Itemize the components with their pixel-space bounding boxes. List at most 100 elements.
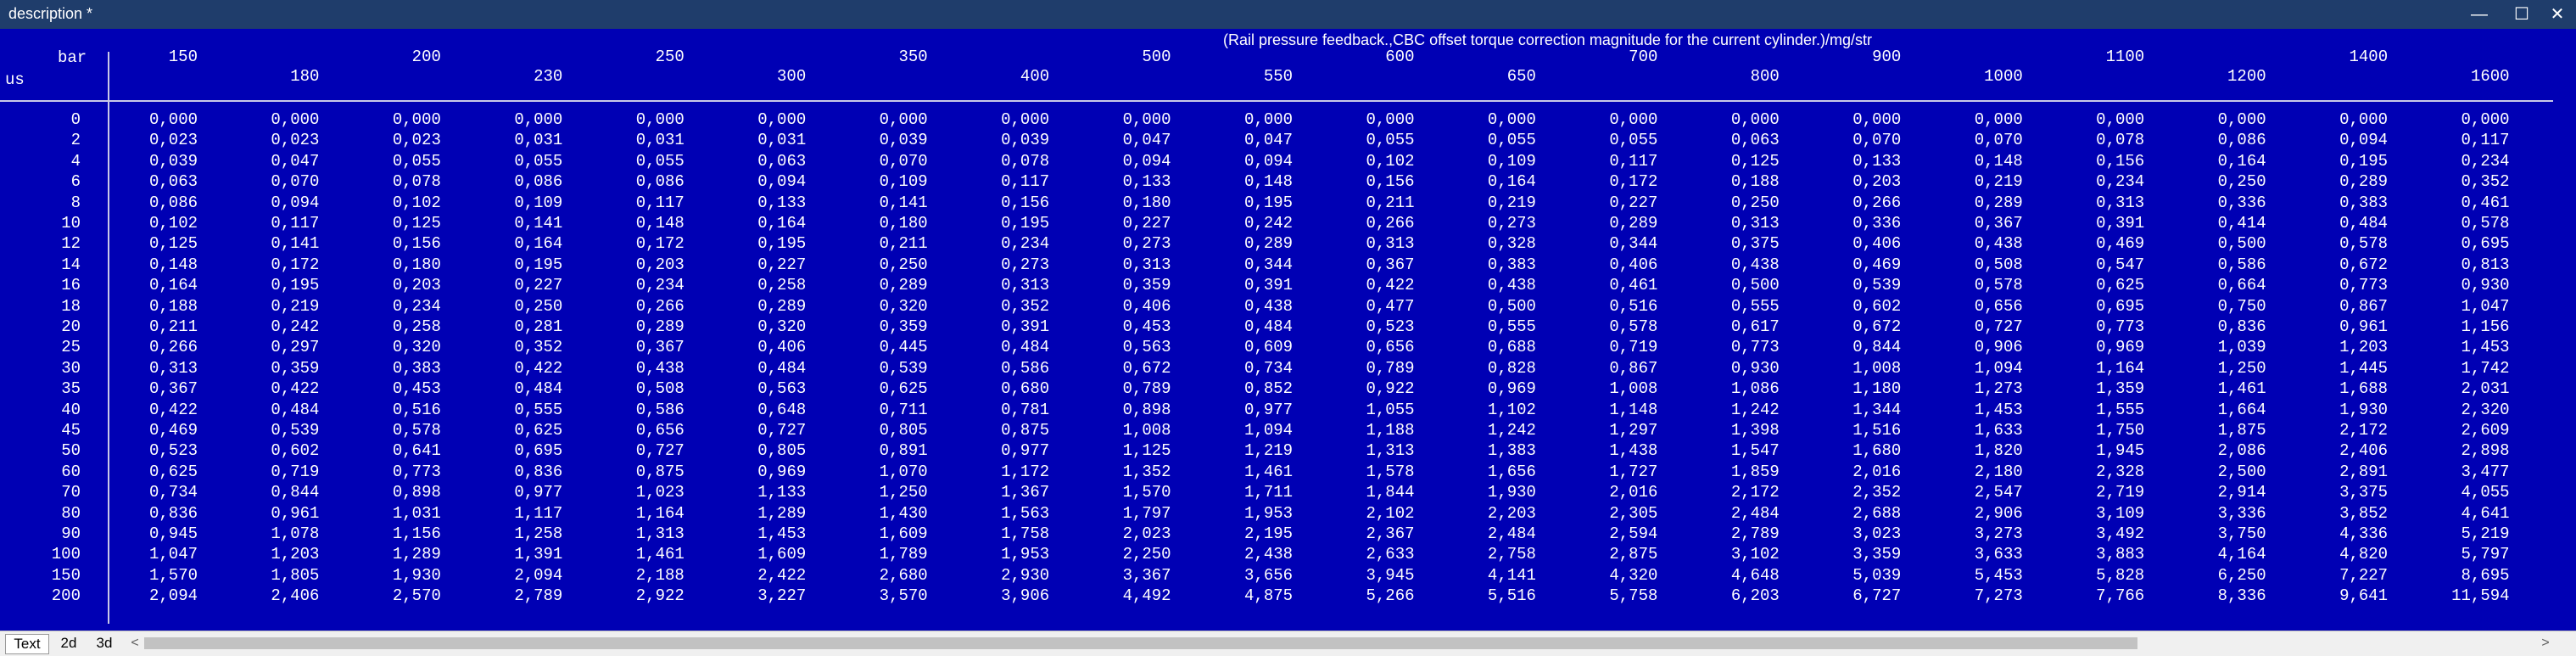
table-cell[interactable]: 0,586	[591, 401, 685, 419]
table-cell[interactable]: 0,422	[1322, 276, 1414, 294]
table-cell[interactable]: 4,320	[1564, 566, 1657, 585]
table-cell[interactable]: 0,055	[591, 152, 685, 171]
table-cell[interactable]: 3,656	[1199, 566, 1293, 585]
table-cell[interactable]: 2,680	[835, 566, 928, 585]
table-cell[interactable]: 2,438	[1199, 545, 1293, 563]
table-cell[interactable]: 0,070	[226, 172, 319, 191]
table-cell[interactable]: 0,000	[469, 110, 562, 129]
table-cell[interactable]: 1,391	[469, 545, 562, 563]
table-cell[interactable]: 0,375	[1686, 234, 1780, 253]
table-cell[interactable]: 0,289	[1564, 214, 1657, 233]
table-cell[interactable]: 2,758	[1443, 545, 1536, 563]
table-cell[interactable]: 1,750	[2051, 421, 2144, 440]
table-cell[interactable]: 1,250	[835, 483, 928, 502]
table-cell[interactable]: 0,344	[1199, 255, 1293, 274]
table-cell[interactable]: 0,406	[1078, 297, 1171, 316]
table-cell[interactable]: 0,219	[1443, 193, 1536, 212]
table-cell[interactable]: 1,609	[712, 545, 806, 563]
table-cell[interactable]: 0,031	[469, 131, 562, 149]
table-cell[interactable]: 3,750	[2173, 524, 2266, 543]
table-cell[interactable]: 0,000	[2294, 110, 2388, 129]
table-cell[interactable]: 0,070	[1808, 131, 1901, 149]
table-cell[interactable]: 0,617	[1686, 317, 1780, 336]
table-cell[interactable]: 2,906	[1930, 504, 2023, 523]
table-cell[interactable]: 0,977	[1199, 401, 1293, 419]
table-cell[interactable]: 0,789	[1078, 379, 1171, 398]
table-cell[interactable]: 0,313	[1686, 214, 1780, 233]
table-cell[interactable]: 0,117	[226, 214, 319, 233]
table-cell[interactable]: 1,188	[1322, 421, 1414, 440]
table-cell[interactable]: 0,250	[835, 255, 928, 274]
table-cell[interactable]: 0,367	[104, 379, 198, 398]
table-cell[interactable]: 0,094	[226, 193, 319, 212]
table-cell[interactable]: 1,727	[1564, 463, 1657, 481]
table-cell[interactable]: 0,672	[1808, 317, 1901, 336]
table-cell[interactable]: 0,125	[348, 214, 441, 233]
table-cell[interactable]: 0,672	[2294, 255, 2388, 274]
table-cell[interactable]: 0,711	[835, 401, 928, 419]
table-cell[interactable]: 0,000	[2173, 110, 2266, 129]
table-cell[interactable]: 0,625	[104, 463, 198, 481]
table-cell[interactable]: 0,297	[226, 338, 319, 356]
table-cell[interactable]: 0,203	[1808, 172, 1901, 191]
table-cell[interactable]: 0,133	[1808, 152, 1901, 171]
table-cell[interactable]: 1,203	[2294, 338, 2388, 356]
table-cell[interactable]: 2,570	[348, 586, 441, 605]
table-cell[interactable]: 1,930	[2294, 401, 2388, 419]
table-cell[interactable]: 1,461	[1199, 463, 1293, 481]
table-cell[interactable]: 0,234	[348, 297, 441, 316]
table-cell[interactable]: 0,438	[1443, 276, 1536, 294]
table-cell[interactable]: 0,023	[348, 131, 441, 149]
table-cell[interactable]: 1,844	[1322, 483, 1414, 502]
table-cell[interactable]: 0,188	[104, 297, 198, 316]
table-cell[interactable]: 0,977	[956, 441, 1049, 460]
table-cell[interactable]: 1,680	[1808, 441, 1901, 460]
table-cell[interactable]: 2,250	[1078, 545, 1171, 563]
table-cell[interactable]: 5,219	[2417, 524, 2510, 543]
table-cell[interactable]: 0,898	[1078, 401, 1171, 419]
table-cell[interactable]: 0,648	[712, 401, 806, 419]
table-cell[interactable]: 1,297	[1564, 421, 1657, 440]
table-cell[interactable]: 2,609	[2417, 421, 2510, 440]
table-cell[interactable]: 3,102	[1686, 545, 1780, 563]
table-cell[interactable]: 0,141	[469, 214, 562, 233]
table-cell[interactable]: 0,023	[226, 131, 319, 149]
table-cell[interactable]: 0,055	[469, 152, 562, 171]
table-cell[interactable]: 0,930	[2417, 276, 2510, 294]
table-cell[interactable]: 0,117	[956, 172, 1049, 191]
table-cell[interactable]: 1,711	[1199, 483, 1293, 502]
table-cell[interactable]: 1,461	[2173, 379, 2266, 398]
table-cell[interactable]: 0,258	[712, 276, 806, 294]
table-cell[interactable]: 0,188	[1686, 172, 1780, 191]
table-cell[interactable]: 0,406	[1564, 255, 1657, 274]
table-cell[interactable]: 2,406	[2294, 441, 2388, 460]
table-cell[interactable]: 0,164	[104, 276, 198, 294]
table-cell[interactable]: 3,945	[1322, 566, 1414, 585]
table-cell[interactable]: 0,117	[1564, 152, 1657, 171]
table-cell[interactable]: 3,633	[1930, 545, 2023, 563]
table-cell[interactable]: 0,055	[1564, 131, 1657, 149]
table-cell[interactable]: 0,125	[1686, 152, 1780, 171]
table-cell[interactable]: 1,398	[1686, 421, 1780, 440]
table-cell[interactable]: 3,883	[2051, 545, 2144, 563]
table-cell[interactable]: 1,578	[1322, 463, 1414, 481]
table-cell[interactable]: 1,656	[1443, 463, 1536, 481]
table-cell[interactable]: 0,195	[469, 255, 562, 274]
table-cell[interactable]: 0,070	[835, 152, 928, 171]
table-cell[interactable]: 0,547	[2051, 255, 2144, 274]
table-cell[interactable]: 0,414	[2173, 214, 2266, 233]
table-cell[interactable]: 0,141	[835, 193, 928, 212]
table-cell[interactable]: 1,078	[226, 524, 319, 543]
table-cell[interactable]: 0,523	[104, 441, 198, 460]
table-cell[interactable]: 0,977	[469, 483, 562, 502]
table-cell[interactable]: 8,695	[2417, 566, 2510, 585]
table-cell[interactable]: 0,000	[1443, 110, 1536, 129]
table-cell[interactable]: 0,336	[2173, 193, 2266, 212]
table-cell[interactable]: 2,633	[1322, 545, 1414, 563]
table-cell[interactable]: 1,875	[2173, 421, 2266, 440]
table-cell[interactable]: 0,156	[956, 193, 1049, 212]
table-cell[interactable]: 0,836	[2173, 317, 2266, 336]
table-cell[interactable]: 0,656	[591, 421, 685, 440]
table-cell[interactable]: 1,820	[1930, 441, 2023, 460]
table-cell[interactable]: 0,078	[956, 152, 1049, 171]
